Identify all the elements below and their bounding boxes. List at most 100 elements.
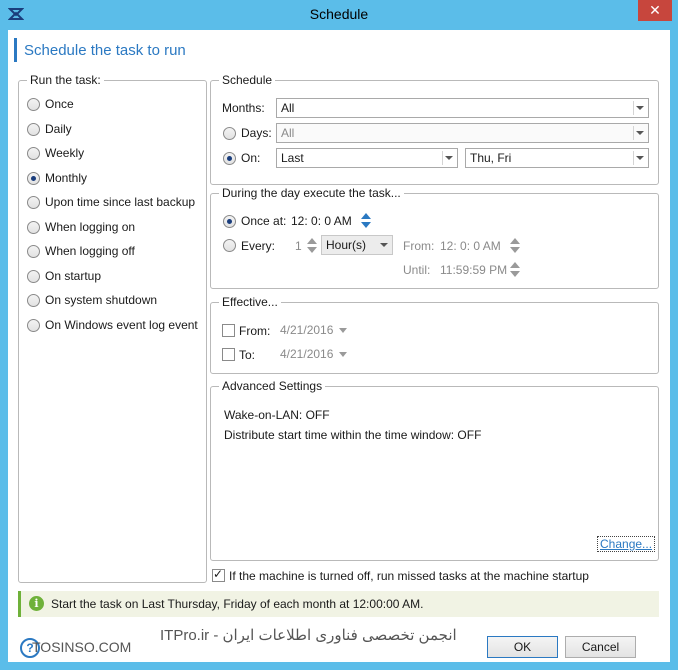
- window-title: Schedule: [309, 6, 369, 22]
- wake-on-lan-text: Wake-on-LAN: OFF: [224, 408, 330, 422]
- on-radio[interactable]: [223, 152, 236, 165]
- from-time[interactable]: 12: 0: 0 AM: [440, 239, 501, 253]
- missed-tasks-checkbox[interactable]: [212, 567, 225, 582]
- calendar-dropdown-icon[interactable]: [339, 328, 347, 333]
- effective-legend: Effective...: [219, 295, 281, 309]
- run-option-radio[interactable]: [27, 171, 40, 185]
- spin-down-icon[interactable]: [307, 247, 317, 253]
- schedule-window: Schedule ✕ Schedule the task to run Run …: [0, 0, 678, 670]
- every-unit-value: Hour(s): [326, 238, 367, 252]
- months-select[interactable]: All: [276, 98, 649, 118]
- watermark-right: ITPro.ir - انجمن تخصصی فناوری اطلاعات ای…: [160, 627, 457, 644]
- months-label: Months:: [222, 101, 265, 115]
- on-days-value: Thu, Fri: [470, 151, 512, 165]
- until-time[interactable]: 11:59:59 PM: [440, 263, 507, 277]
- status-text: Start the task on Last Thursday, Friday …: [51, 597, 424, 611]
- schedule-group: Schedule Months: All Days: All On: Last …: [210, 73, 659, 185]
- days-select[interactable]: All: [276, 123, 649, 143]
- effective-group: Effective... From: 4/21/2016 To: 4/21/20…: [210, 295, 659, 374]
- once-at-time[interactable]: 12: 0: 0 AM: [291, 214, 352, 228]
- calendar-dropdown-icon[interactable]: [339, 352, 347, 357]
- run-option-radio[interactable]: [27, 122, 40, 136]
- effective-from-label: From:: [239, 324, 271, 338]
- advanced-legend: Advanced Settings: [219, 379, 326, 393]
- close-button[interactable]: ✕: [638, 0, 672, 21]
- chevron-down-icon: [636, 131, 644, 135]
- close-icon: ✕: [649, 2, 661, 18]
- advanced-group: Advanced Settings Wake-on-LAN: OFF Distr…: [210, 379, 659, 561]
- run-option-label: Upon time since last backup: [45, 195, 196, 209]
- spin-down-icon[interactable]: [510, 271, 520, 277]
- run-option-label: On system shutdown: [45, 293, 158, 307]
- spin-up-icon[interactable]: [307, 238, 317, 244]
- run-option-label: Once: [45, 97, 74, 111]
- on-days-select[interactable]: Thu, Fri: [465, 148, 649, 168]
- run-option-radio[interactable]: [27, 245, 40, 258]
- run-task-legend: Run the task:: [27, 73, 104, 87]
- run-option-label: On Windows event log event: [45, 317, 198, 332]
- run-option-label: Monthly: [45, 170, 88, 185]
- distribute-text: Distribute start time within the time wi…: [224, 428, 482, 442]
- title-bar[interactable]: Schedule ✕: [0, 0, 678, 30]
- ok-button[interactable]: OK: [487, 636, 558, 658]
- chevron-down-icon: [636, 106, 644, 110]
- days-value: All: [281, 126, 295, 140]
- spin-up-icon[interactable]: [510, 238, 520, 244]
- once-at-label: Once at:: [241, 214, 287, 228]
- info-icon: i: [29, 596, 44, 611]
- spin-up-icon[interactable]: [361, 213, 371, 219]
- until-label: Until:: [403, 263, 431, 277]
- once-at-spinner[interactable]: [361, 212, 371, 230]
- from-label: From:: [403, 239, 435, 253]
- missed-tasks-label: If the machine is turned off, run missed…: [229, 569, 589, 583]
- on-which-value: Last: [281, 151, 304, 165]
- from-spinner[interactable]: [510, 237, 520, 255]
- every-unit-select[interactable]: Hour(s): [321, 235, 393, 255]
- effective-from-checkbox[interactable]: [222, 324, 235, 337]
- run-option-radio[interactable]: [27, 196, 40, 209]
- run-option-radio[interactable]: [27, 269, 40, 283]
- on-label: On:: [241, 151, 261, 165]
- run-option-label: On startup: [45, 268, 102, 283]
- spin-up-icon[interactable]: [510, 262, 520, 268]
- run-task-group: Run the task: Once Daily Weekly Monthly Upon…: [18, 73, 207, 583]
- effective-to-date[interactable]: 4/21/2016: [280, 347, 333, 361]
- run-option-label: When logging off: [45, 244, 135, 258]
- run-option-label: Daily: [45, 121, 72, 136]
- chevron-down-icon: [636, 156, 644, 160]
- during-day-group: During the day execute the task... Once …: [210, 186, 659, 289]
- days-label: Days:: [241, 126, 272, 140]
- page-title: Schedule the task to run: [24, 42, 186, 59]
- run-option-radio[interactable]: [27, 98, 40, 111]
- spin-down-icon[interactable]: [361, 222, 371, 228]
- run-option-radio[interactable]: [27, 147, 40, 160]
- every-label: Every:: [241, 239, 276, 253]
- status-bar: i Start the task on Last Thursday, Frida…: [18, 591, 659, 617]
- chevron-down-icon: [380, 243, 388, 247]
- days-radio[interactable]: [223, 127, 236, 140]
- on-which-select[interactable]: Last: [276, 148, 458, 168]
- effective-to-checkbox[interactable]: [222, 348, 235, 361]
- until-spinner[interactable]: [510, 261, 520, 279]
- effective-to-label: To:: [239, 348, 256, 362]
- once-at-radio[interactable]: [223, 215, 236, 228]
- watermark-left: TOSINSO.COM: [32, 639, 132, 655]
- effective-from-date[interactable]: 4/21/2016: [280, 323, 333, 337]
- cancel-button[interactable]: Cancel: [565, 636, 636, 658]
- every-radio[interactable]: [223, 239, 236, 252]
- months-value: All: [281, 101, 295, 115]
- every-spinner[interactable]: [307, 237, 317, 255]
- chevron-down-icon: [445, 156, 453, 160]
- run-option-radio[interactable]: [27, 220, 40, 234]
- schedule-legend: Schedule: [219, 73, 276, 87]
- change-link[interactable]: Change...: [597, 536, 656, 552]
- every-value[interactable]: 1: [295, 239, 302, 253]
- header-accent: [14, 38, 17, 62]
- run-option-radio[interactable]: [27, 318, 40, 332]
- during-day-legend: During the day execute the task...: [219, 186, 404, 200]
- dialog-body: Schedule the task to run Run the task: O…: [8, 30, 670, 662]
- run-option-label: When logging on: [45, 219, 136, 234]
- run-option-radio[interactable]: [27, 294, 40, 307]
- run-option-label: Weekly: [45, 146, 85, 160]
- spin-down-icon[interactable]: [510, 247, 520, 253]
